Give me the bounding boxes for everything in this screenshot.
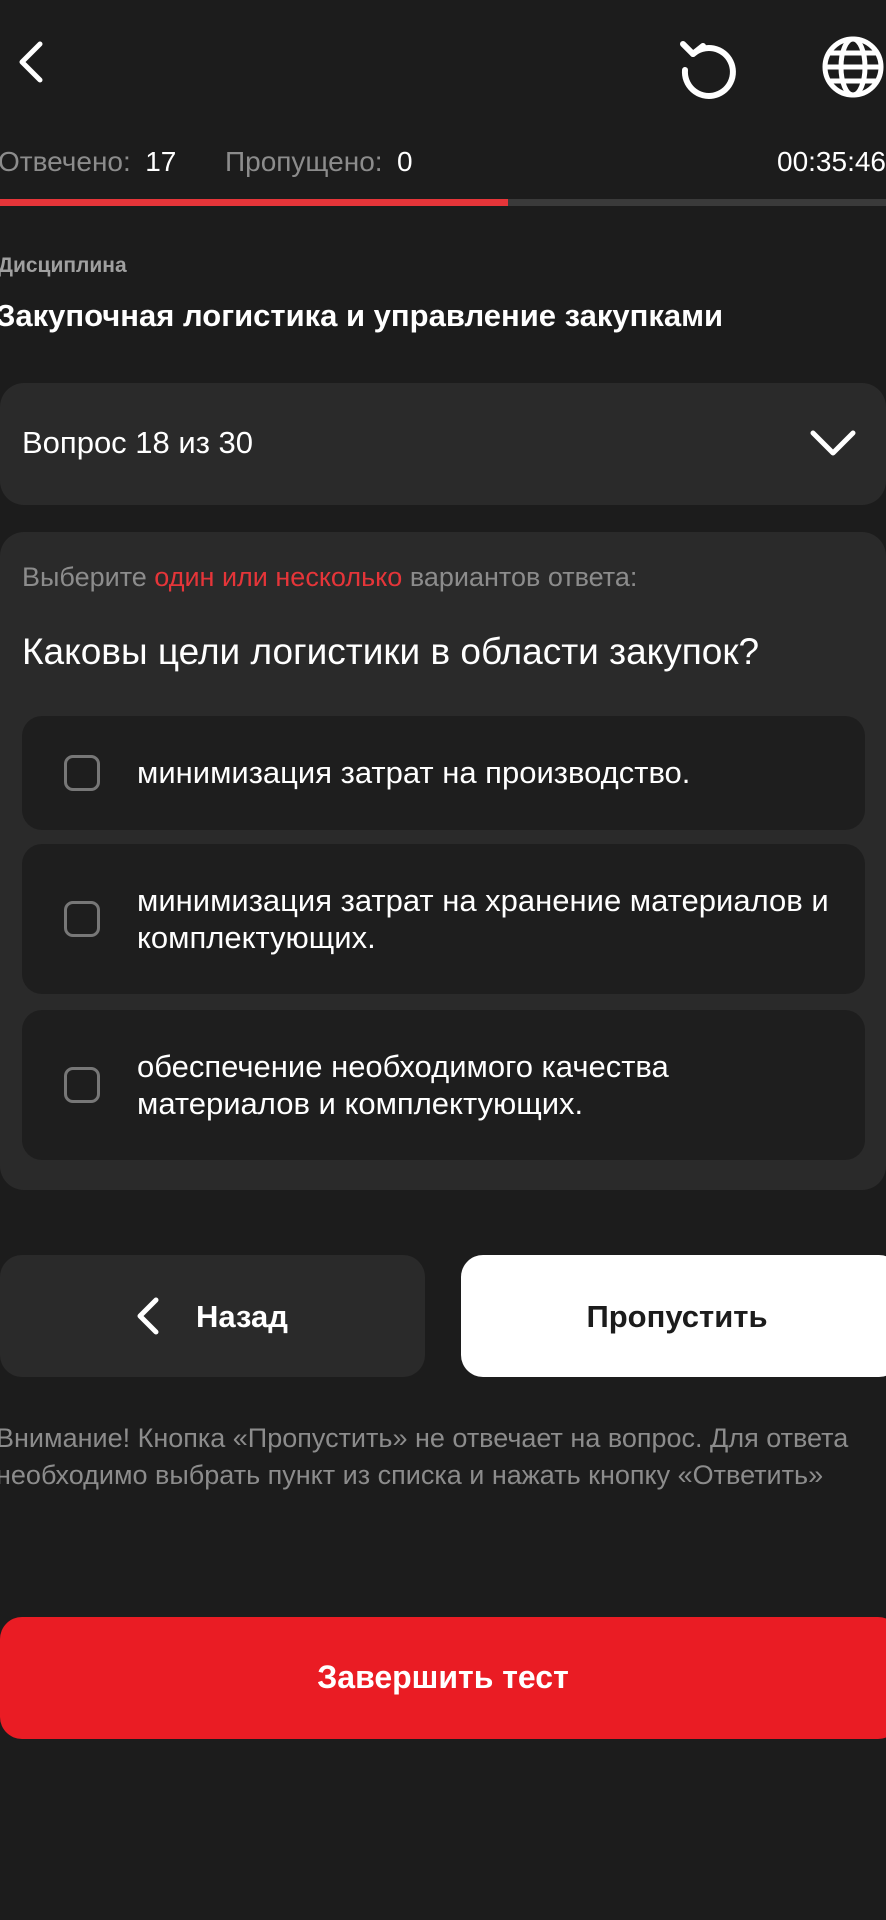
question-selector-dropdown[interactable]: Вопрос 18 из 30 bbox=[0, 383, 886, 505]
timer: 00:35:46 bbox=[777, 146, 886, 177]
skip-warning-text: Внимание! Кнопка «Пропустить» не отвечае… bbox=[0, 1423, 849, 1490]
skipped-counter: Пропущено: 0 bbox=[225, 146, 413, 178]
reset-icon[interactable] bbox=[675, 34, 741, 100]
answer-option[interactable]: минимизация затрат на производство. bbox=[22, 716, 865, 830]
discipline-label: Дисциплина bbox=[0, 254, 127, 277]
answer-instruction: Выберите один или несколько вариантов от… bbox=[22, 562, 637, 593]
chevron-down-icon bbox=[808, 423, 858, 463]
skipped-label: Пропущено: bbox=[225, 146, 383, 177]
question-number-label: Вопрос 18 из 30 bbox=[22, 425, 254, 460]
skip-button[interactable]: Пропустить bbox=[461, 1255, 886, 1377]
finish-test-button[interactable]: Завершить тест bbox=[0, 1617, 886, 1739]
back-button-label: Назад bbox=[196, 1299, 288, 1334]
answer-option[interactable]: минимизация затрат на хранение материало… bbox=[22, 844, 865, 994]
instruction-prefix: Выберите bbox=[22, 562, 147, 592]
progress-bar bbox=[0, 199, 886, 206]
back-button[interactable]: Назад bbox=[0, 1255, 425, 1377]
option-checkbox[interactable] bbox=[64, 901, 100, 937]
question-text: Каковы цели логистики в области закупок? bbox=[22, 631, 760, 672]
option-label: минимизация затрат на хранение материало… bbox=[137, 883, 829, 955]
discipline-title: Закупочная логистика и управление закупк… bbox=[0, 298, 724, 333]
skip-button-label: Пропустить bbox=[586, 1299, 768, 1334]
globe-icon[interactable] bbox=[820, 34, 886, 100]
answered-counter: Отвечено: 17 bbox=[0, 146, 176, 178]
chevron-left-icon bbox=[132, 1296, 164, 1336]
instruction-suffix: вариантов ответа: bbox=[409, 562, 638, 592]
back-arrow-icon[interactable] bbox=[10, 40, 50, 84]
progress-bar-fill bbox=[0, 199, 508, 206]
skipped-value: 0 bbox=[397, 146, 413, 177]
answer-option[interactable]: обеспечение необходимого качества матери… bbox=[22, 1010, 865, 1160]
instruction-highlight: один или несколько bbox=[154, 562, 403, 592]
option-checkbox[interactable] bbox=[64, 755, 100, 791]
option-label: минимизация затрат на производство. bbox=[137, 755, 691, 790]
finish-test-label: Завершить тест bbox=[317, 1659, 569, 1695]
option-label: обеспечение необходимого качества матери… bbox=[137, 1049, 669, 1121]
answered-value: 17 bbox=[145, 146, 177, 177]
question-card: Выберите один или несколько вариантов от… bbox=[0, 532, 886, 1190]
option-checkbox[interactable] bbox=[64, 1067, 100, 1103]
answered-label: Отвечено: bbox=[0, 146, 131, 177]
